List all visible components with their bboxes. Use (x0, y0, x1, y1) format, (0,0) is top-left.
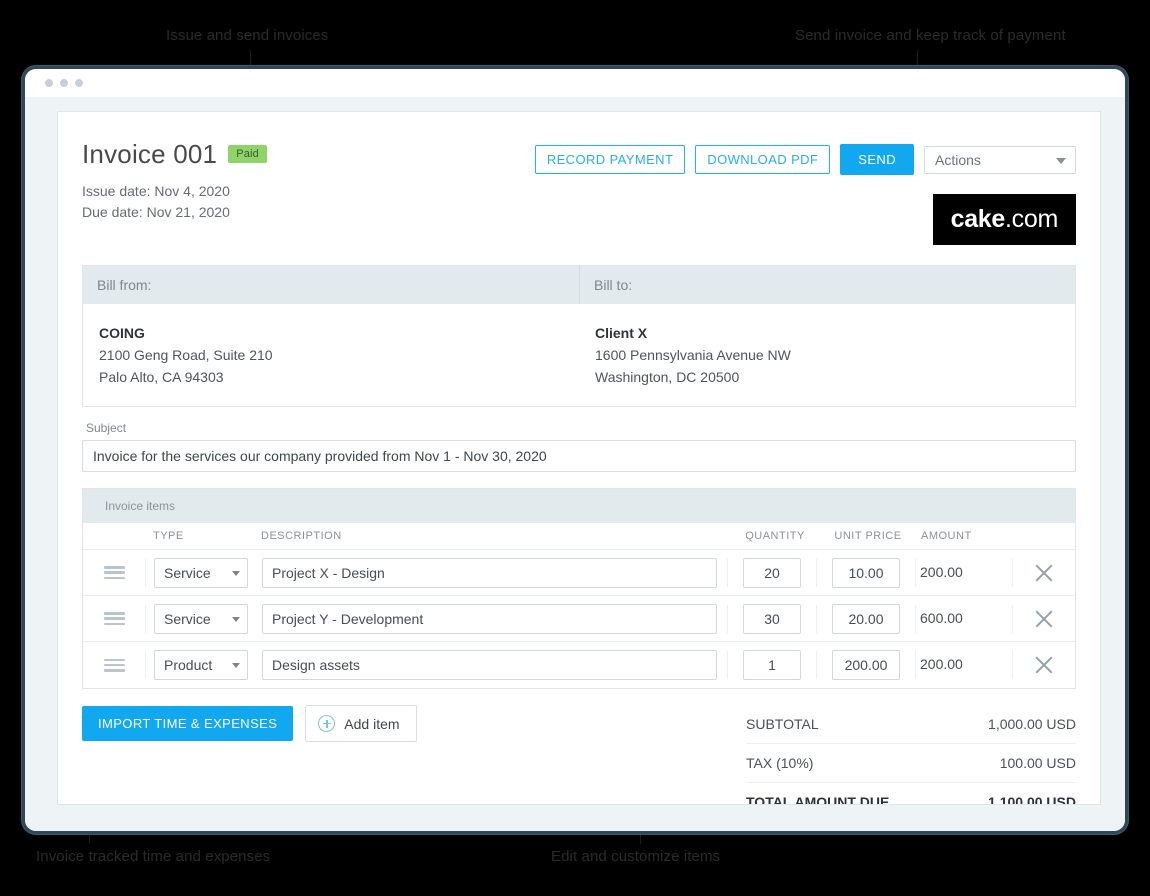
remove-row-icon[interactable] (1033, 654, 1055, 676)
total-label: TOTAL AMOUNT DUE (746, 794, 889, 805)
page-title: Invoice 001 (82, 140, 217, 169)
annotation-label-tracked-time: Invoice tracked time and expenses (36, 848, 270, 865)
invoice-items-section: Invoice items TYPE DESCRIPTION QUANTITY … (82, 488, 1076, 689)
column-header-description: DESCRIPTION (251, 530, 731, 542)
plus-circle-icon (318, 715, 335, 732)
subject-input[interactable] (82, 440, 1076, 472)
column-header-quantity: QUANTITY (731, 530, 819, 542)
table-row: Service 200.00 (83, 550, 1075, 596)
total-row: TOTAL AMOUNT DUE 1,100.00 USD (746, 782, 1076, 805)
download-pdf-button[interactable]: DOWNLOAD PDF (695, 145, 830, 174)
window-close-dot[interactable] (45, 79, 53, 87)
annotation-label-send-track: Send invoice and keep track of payment (795, 27, 1066, 44)
bill-section: Bill from: Bill to: COING 2100 Geng Road… (82, 265, 1076, 407)
items-column-headers: TYPE DESCRIPTION QUANTITY UNIT PRICE AMO… (83, 523, 1075, 550)
chevron-down-icon (232, 663, 240, 668)
subtotal-label: SUBTOTAL (746, 716, 819, 732)
row-type-value: Product (164, 657, 212, 673)
bill-from-org: COING (99, 322, 565, 344)
chevron-down-icon (232, 571, 240, 576)
bill-to-line2: Washington, DC 20500 (595, 366, 1061, 388)
window-maximize-dot[interactable] (75, 79, 83, 87)
tax-label: TAX (10%) (746, 755, 813, 771)
table-row: Product 200.00 (83, 642, 1075, 688)
screenshot-stage: Issue and send invoices Send invoice and… (0, 0, 1150, 896)
subject-label: Subject (86, 421, 1076, 435)
row-description-input[interactable] (262, 558, 717, 588)
bill-to-block: Client X 1600 Pennsylvania Avenue NW Was… (579, 304, 1075, 406)
row-description-input[interactable] (262, 604, 717, 634)
actions-dropdown[interactable]: Actions (924, 146, 1076, 174)
items-footer: IMPORT TIME & EXPENSES Add item SUBTOTAL… (82, 705, 1076, 805)
bill-from-block: COING 2100 Geng Road, Suite 210 Palo Alt… (83, 304, 579, 406)
table-row: Service 600.00 (83, 596, 1075, 642)
tax-value: 100.00 USD (1000, 755, 1076, 771)
invoice-items-title: Invoice items (83, 489, 1075, 523)
remove-row-icon[interactable] (1033, 562, 1055, 584)
bill-from-label: Bill from: (83, 266, 579, 304)
bill-from-line2: Palo Alto, CA 94303 (99, 366, 565, 388)
row-type-select[interactable]: Product (154, 650, 248, 680)
bill-from-line1: 2100 Geng Road, Suite 210 (99, 344, 565, 366)
subtotal-row: SUBTOTAL 1,000.00 USD (746, 705, 1076, 743)
app-viewport: Invoice 001 Paid Issue date: Nov 4, 2020… (25, 97, 1125, 831)
column-header-unit-price: UNIT PRICE (819, 530, 917, 542)
company-logo: cake.com (933, 194, 1076, 245)
column-header-amount: AMOUNT (917, 530, 1013, 542)
import-time-expenses-button[interactable]: IMPORT TIME & EXPENSES (82, 706, 293, 741)
subtotal-value: 1,000.00 USD (988, 716, 1076, 732)
annotation-label-edit-items: Edit and customize items (551, 848, 720, 865)
row-unit-price-input[interactable] (832, 650, 900, 680)
row-type-select[interactable]: Service (154, 558, 248, 588)
record-payment-button[interactable]: RECORD PAYMENT (535, 145, 685, 174)
status-badge: Paid (228, 145, 267, 163)
drag-handle-icon[interactable] (104, 612, 125, 625)
row-description-input[interactable] (262, 650, 717, 680)
row-type-value: Service (164, 611, 211, 627)
due-date: Due date: Nov 21, 2020 (82, 202, 535, 223)
add-item-button[interactable]: Add item (305, 705, 416, 742)
annotation-label-issue-send: Issue and send invoices (166, 27, 328, 44)
row-amount-value: 600.00 (920, 610, 963, 626)
row-quantity-input[interactable] (743, 650, 801, 680)
add-item-label: Add item (344, 717, 399, 731)
bill-to-label: Bill to: (579, 266, 1075, 304)
row-unit-price-input[interactable] (832, 558, 900, 588)
row-type-value: Service (164, 565, 211, 581)
issue-date: Issue date: Nov 4, 2020 (82, 181, 535, 202)
column-header-type: TYPE (145, 530, 251, 542)
invoice-header: Invoice 001 Paid Issue date: Nov 4, 2020… (82, 140, 1076, 245)
drag-handle-icon[interactable] (104, 566, 125, 579)
total-value: 1,100.00 USD (988, 794, 1076, 805)
browser-window: Invoice 001 Paid Issue date: Nov 4, 2020… (22, 66, 1128, 834)
invoice-toolbar: RECORD PAYMENT DOWNLOAD PDF SEND Actions (535, 144, 1076, 175)
row-amount-value: 200.00 (920, 564, 963, 580)
bill-to-line1: 1600 Pennsylvania Avenue NW (595, 344, 1061, 366)
remove-row-icon[interactable] (1033, 608, 1055, 630)
window-minimize-dot[interactable] (60, 79, 68, 87)
row-unit-price-input[interactable] (832, 604, 900, 634)
invoice-card: Invoice 001 Paid Issue date: Nov 4, 2020… (57, 111, 1101, 805)
row-quantity-input[interactable] (743, 558, 801, 588)
totals-section: SUBTOTAL 1,000.00 USD TAX (10%) 100.00 U… (746, 705, 1076, 805)
row-type-select[interactable]: Service (154, 604, 248, 634)
logo-secondary-text: .com (1005, 205, 1058, 233)
invoice-dates: Issue date: Nov 4, 2020 Due date: Nov 21… (82, 181, 535, 223)
logo-primary-text: cake (951, 205, 1005, 233)
drag-handle-icon[interactable] (104, 659, 125, 672)
chevron-down-icon (1056, 158, 1066, 164)
send-button[interactable]: SEND (840, 144, 914, 175)
chevron-down-icon (232, 617, 240, 622)
actions-dropdown-value: Actions (935, 152, 981, 168)
window-titlebar (25, 69, 1125, 97)
row-amount-value: 200.00 (920, 656, 963, 672)
tax-row: TAX (10%) 100.00 USD (746, 743, 1076, 782)
bill-to-org: Client X (595, 322, 1061, 344)
row-quantity-input[interactable] (743, 604, 801, 634)
